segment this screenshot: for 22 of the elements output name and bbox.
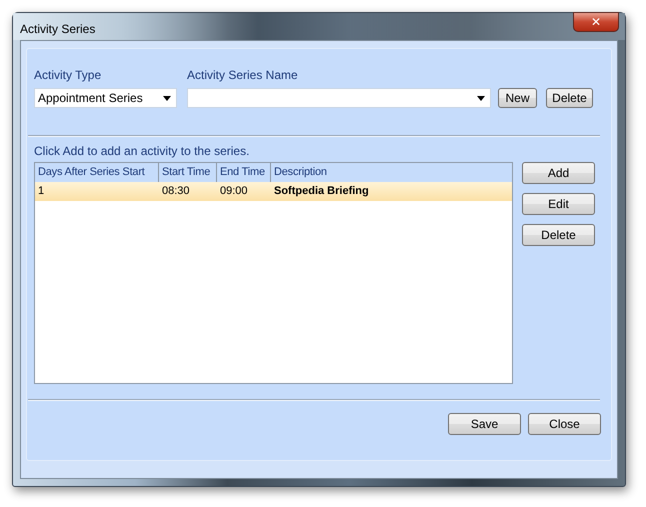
dialog-button[interactable]: Delete [546,88,593,108]
table-row[interactable]: 1 08:30 09:00 Softpedia Briefing [35,182,512,201]
dialog-button[interactable]: Close [528,413,601,435]
dropdown-arrow-icon [477,96,485,100]
table-cell-text: Softpedia Briefing [273,184,370,199]
close-button[interactable]: ✕ [573,12,619,32]
table-cell-text: 09:00 [219,184,249,199]
series-name-dropdown[interactable] [187,88,491,108]
dialog-button[interactable]: Add [522,162,595,184]
table-cell-text: 1 [37,184,46,199]
field-label: Activity Series Name [187,68,299,82]
activity-type-dropdown[interactable]: Appointment Series [34,88,177,108]
dialog-button[interactable]: Edit [522,193,595,215]
field-label: Activity Type [34,68,102,82]
dialog-button[interactable]: Delete [522,224,595,246]
dropdown-arrow-icon [163,96,171,100]
hint-text: Click Add to add an activity to the series. [34,144,250,158]
column-header[interactable]: Description [271,163,491,182]
dialog-button[interactable]: New [498,88,537,108]
window-title: Activity Series [20,22,96,36]
table-cell-text: 08:30 [161,184,191,199]
dialog-button[interactable]: Save [448,413,521,435]
